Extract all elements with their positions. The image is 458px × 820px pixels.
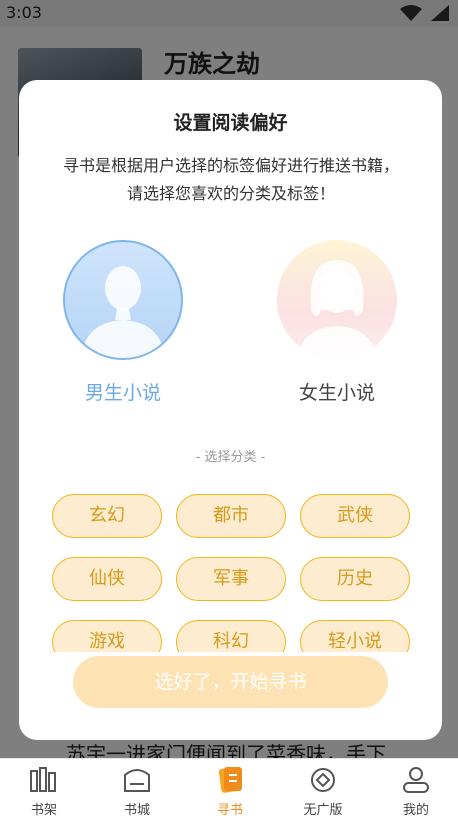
female-novel-option[interactable]: 女生小说 [277, 240, 397, 405]
dialog-description: 寻书是根据用户选择的标签偏好进行推送书籍， 请选择您喜欢的分类及标签！ [62, 156, 399, 203]
male-novel-option[interactable]: 男生小说 [63, 240, 183, 405]
tag-wuxia[interactable]: 武侠 [300, 494, 410, 538]
female-novel-label: 女生小说 [298, 382, 375, 404]
tag-kehuan[interactable]: 科幻 [176, 620, 286, 652]
male-avatar-icon[interactable] [63, 240, 183, 360]
female-avatar-icon[interactable] [277, 240, 397, 360]
tab-bookstore[interactable]: 书城 [97, 759, 177, 820]
reading-preference-dialog: 设置阅读偏好 寻书是根据用户选择的标签偏好进行推送书籍， 请选择您喜欢的分类及标… [19, 80, 442, 740]
tab-bookshelf[interactable]: 书架 [4, 759, 84, 820]
tag-dushi[interactable]: 都市 [176, 494, 286, 538]
tab-bookshelf-label: 书架 [30, 803, 57, 818]
tag-junshi[interactable]: 军事 [176, 557, 286, 601]
profile-icon [403, 767, 429, 793]
male-novel-label: 男生小说 [84, 382, 161, 404]
ad-free-icon [311, 768, 335, 792]
dialog-title: 设置阅读偏好 [173, 112, 288, 134]
tag-xianxia[interactable]: 仙侠 [52, 557, 162, 601]
tag-youxi[interactable]: 游戏 [52, 620, 162, 652]
tab-profile[interactable]: 我的 [376, 759, 456, 820]
tab-ad-free[interactable]: 无广版 [283, 759, 363, 820]
bookstore-icon [124, 769, 150, 792]
tab-bookstore-label: 书城 [123, 803, 150, 818]
tab-profile-label: 我的 [402, 803, 429, 818]
category-section-label: - 选择分类 - [195, 450, 266, 465]
tab-find-books-label: 寻书 [216, 803, 243, 818]
tab-ad-free-label: 无广版 [303, 803, 343, 818]
start-search-button[interactable]: 选好了，开始寻书 [73, 656, 388, 708]
tab-find-books[interactable]: 寻书 [190, 759, 270, 820]
tag-qingxiaoshuo[interactable]: 轻小说 [300, 620, 410, 652]
category-tag-list: 玄幻 都市 武侠 仙侠 军事 历史 游戏 科幻 轻小说 [52, 494, 412, 652]
bookshelf-icon [30, 767, 56, 792]
tag-xuanhuan[interactable]: 玄幻 [52, 494, 162, 538]
bottom-tab-bar: 书架 书城 寻书 无广版 我的 [0, 758, 458, 820]
tag-lishi[interactable]: 历史 [300, 557, 410, 601]
find-books-icon [218, 767, 242, 793]
